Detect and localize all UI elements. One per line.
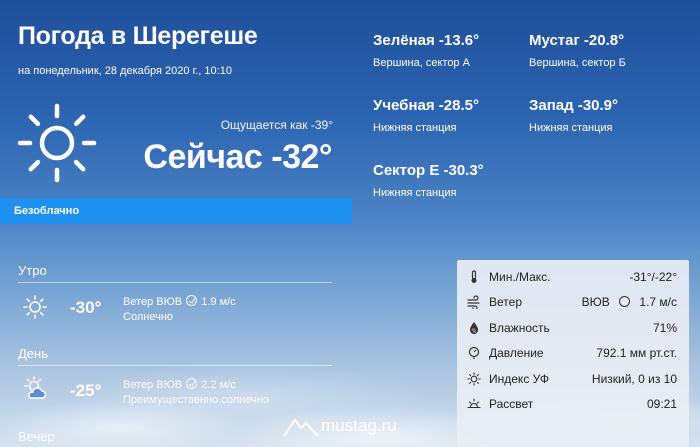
- detail-value: -31°/-22°: [629, 270, 677, 284]
- detail-label: Мин./Макс.: [489, 270, 551, 284]
- detail-label: Рассвет: [489, 396, 534, 411]
- condition-bar: Безоблачно: [0, 198, 352, 224]
- period-description: Солнечно: [123, 311, 173, 323]
- wind-label: Ветер ВЮВ: [123, 379, 183, 391]
- sun-icon: [17, 103, 97, 183]
- station-sector-e[interactable]: Сектор Е -30.3° Нижняя станция: [373, 162, 484, 199]
- sunrise-icon: [467, 398, 481, 409]
- station-name: Учебная -28.5°: [373, 97, 479, 114]
- detail-value: 71%: [652, 320, 677, 335]
- current-temperature: Сейчас -32°: [143, 138, 332, 176]
- detail-row-sunrise: Рассвет 09:21: [457, 391, 689, 416]
- station-location: Нижняя станция: [373, 122, 457, 134]
- detail-value: 09:21: [646, 396, 677, 411]
- wind-direction-icon: [619, 296, 631, 308]
- humidity-icon: %: [470, 321, 478, 334]
- uv-icon: [467, 371, 481, 386]
- divider: [18, 282, 332, 283]
- detail-label: Ветер: [489, 295, 522, 310]
- sun-icon: [23, 295, 47, 319]
- station-name: Запад -30.9°: [529, 97, 619, 114]
- feels-like: Ощущается как -39°: [220, 118, 333, 132]
- detail-label: Индекс УФ: [489, 371, 549, 386]
- wind-direction-icon: [186, 295, 198, 306]
- condition-label: Безоблачно: [14, 205, 80, 217]
- page-title: Погода в Шерегеше: [18, 22, 258, 50]
- wind-speed: 1.7 м/с: [639, 295, 677, 310]
- period-wind: Ветер ВЮВ 1.9 м/с: [123, 295, 236, 308]
- detail-row-wind: Ветер ВЮВ 1.7 м/с: [457, 289, 689, 314]
- details-panel: Мин./Макс. -31°/-22° Ветер ВЮВ 1.7 м/с %…: [457, 260, 689, 447]
- period-temperature: -30°: [70, 298, 102, 317]
- period-title-morning: Утро: [18, 263, 47, 278]
- station-zelenaya[interactable]: Зелёная -13.6° Вершина, сектор А: [373, 32, 479, 69]
- period-temperature: -25°: [70, 381, 102, 400]
- station-name: Зелёная -13.6°: [373, 32, 480, 49]
- svg-text:%: %: [472, 328, 477, 334]
- detail-row-uv: Индекс УФ Низкий, 0 из 10: [457, 366, 689, 391]
- wind-speed: 1.9 м/с: [201, 296, 236, 308]
- detail-row-humidity: % Влажность 71%: [457, 315, 689, 340]
- period-title-evening: Вечер: [18, 429, 55, 444]
- period-wind: Ветер ВЮВ 2.2 м/с: [123, 378, 236, 391]
- wind-label: Ветер ВЮВ: [123, 296, 183, 308]
- station-name: Сектор Е -30.3°: [373, 162, 484, 179]
- station-zapad[interactable]: Запад -30.9° Нижняя станция: [529, 97, 618, 134]
- detail-value: Низкий, 0 из 10: [591, 371, 677, 386]
- detail-value: 792.1 мм рт.ст.: [596, 346, 677, 361]
- wind-speed: 2.2 м/с: [201, 379, 236, 391]
- wind-direction-icon: [186, 378, 198, 389]
- divider: [18, 365, 332, 366]
- sun-cloud-icon: [24, 376, 47, 399]
- logo-text: mustag.ru: [321, 416, 397, 435]
- wind-icon: [467, 295, 480, 310]
- forecast-date: на понедельник, 28 декабря 2020 г., 10:1…: [18, 65, 232, 77]
- station-location: Вершина, сектор А: [373, 57, 470, 69]
- detail-value: ВЮВ 1.7 м/с: [582, 295, 677, 309]
- station-mustag[interactable]: Мустаг -20.8° Вершина, сектор Б: [529, 32, 626, 69]
- detail-row-pressure: Давление 792.1 мм рт.ст.: [457, 340, 689, 365]
- detail-row-minmax: Мин./Макс. -31°/-22°: [457, 264, 689, 289]
- station-uchebnaya[interactable]: Учебная -28.5° Нижняя станция: [373, 97, 479, 134]
- mountain-icon: [283, 418, 319, 437]
- station-location: Нижняя станция: [373, 187, 457, 199]
- wind-direction: ВЮВ: [581, 295, 610, 310]
- period-description: Преимущественно солнечно: [123, 394, 269, 406]
- station-name: Мустаг -20.8°: [529, 32, 625, 49]
- period-title-day: День: [18, 346, 48, 361]
- station-location: Нижняя станция: [529, 122, 613, 134]
- station-location: Вершина, сектор Б: [529, 57, 626, 69]
- pressure-icon: [468, 347, 480, 360]
- detail-label: Давление: [489, 346, 544, 361]
- thermometer-icon: [471, 270, 477, 283]
- detail-label: Влажность: [489, 320, 550, 335]
